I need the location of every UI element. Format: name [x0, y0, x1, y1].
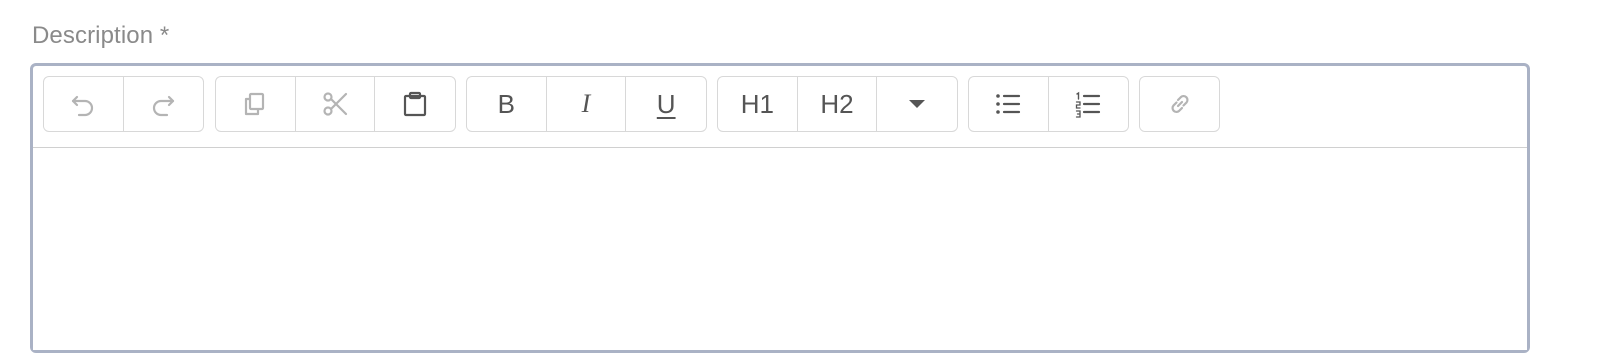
italic-icon: I	[581, 89, 591, 118]
underline-button[interactable]: U	[626, 77, 706, 131]
rich-text-editor: B I U H1 H2	[30, 63, 1530, 353]
numbered-list-icon	[1073, 89, 1103, 119]
formatting-button-group: B I U	[466, 76, 707, 132]
paste-button[interactable]	[375, 77, 455, 131]
cut-button[interactable]	[296, 77, 376, 131]
bold-icon: B	[497, 88, 515, 119]
bold-button[interactable]: B	[467, 77, 547, 131]
heading-1-button[interactable]: H1	[718, 77, 798, 131]
headings-button-group: H1 H2	[717, 76, 958, 132]
heading-2-button[interactable]: H2	[798, 77, 878, 131]
heading-1-icon: H1	[740, 88, 774, 119]
numbered-list-button[interactable]	[1049, 77, 1129, 131]
redo-icon	[148, 89, 178, 119]
paste-icon	[400, 89, 430, 119]
cut-icon	[320, 89, 350, 119]
editor-toolbar: B I U H1 H2	[33, 66, 1527, 148]
field-label: Description *	[32, 22, 170, 49]
undo-icon	[68, 89, 98, 119]
editor-content-area[interactable]	[33, 148, 1527, 350]
undo-button[interactable]	[44, 77, 124, 131]
redo-button[interactable]	[124, 77, 204, 131]
underline-icon: U	[656, 88, 676, 119]
bulleted-list-button[interactable]	[969, 77, 1049, 131]
copy-button[interactable]	[216, 77, 296, 131]
link-icon	[1165, 89, 1195, 119]
italic-button[interactable]: I	[547, 77, 627, 131]
heading-dropdown-button[interactable]	[877, 77, 957, 131]
lists-button-group	[968, 76, 1129, 132]
link-button-group	[1139, 76, 1220, 132]
history-button-group	[43, 76, 204, 132]
clipboard-button-group	[215, 76, 456, 132]
caret-down-icon	[907, 98, 927, 110]
link-button[interactable]	[1140, 77, 1219, 131]
copy-icon	[240, 89, 270, 119]
heading-2-icon: H2	[820, 88, 854, 119]
bulleted-list-icon	[993, 89, 1023, 119]
